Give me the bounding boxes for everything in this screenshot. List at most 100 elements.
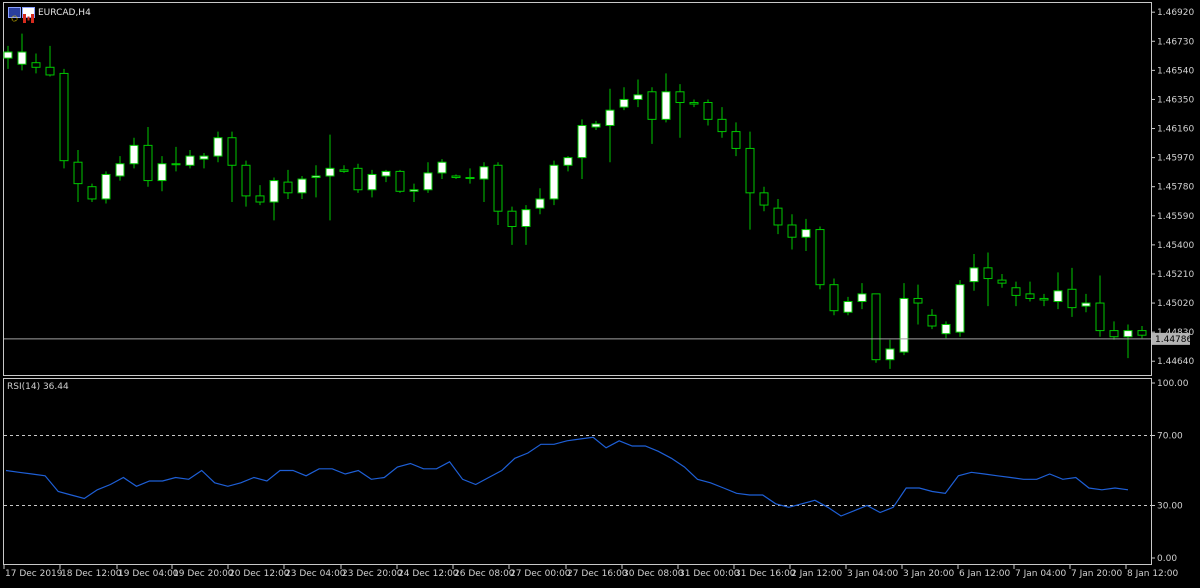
- candle: [857, 283, 867, 310]
- candle: [241, 160, 251, 207]
- bull-candle-body: [465, 177, 475, 180]
- candle: [647, 87, 657, 144]
- bear-candle-body: [339, 169, 349, 172]
- candle: [1095, 275, 1105, 337]
- price-tick-label: 1.46540: [1157, 66, 1194, 76]
- rsi-tick-label: 0.00: [1157, 554, 1177, 564]
- candle: [87, 183, 97, 203]
- candle: [591, 120, 601, 131]
- bull-candle-body: [269, 180, 279, 203]
- candle: [479, 162, 489, 203]
- bull-candle-body: [605, 109, 615, 126]
- bear-candle-body: [927, 314, 937, 327]
- bull-candle-body: [591, 123, 601, 128]
- bear-candle-body: [1137, 330, 1147, 336]
- bull-candle-body: [3, 51, 13, 59]
- candle: [577, 119, 587, 180]
- candle: [311, 165, 321, 198]
- candle: [703, 99, 713, 126]
- candle: [913, 284, 923, 325]
- bull-candle-body: [577, 124, 587, 159]
- candle: [1011, 281, 1021, 307]
- candle: [885, 339, 895, 369]
- time-tick-label: 23 Dec 20:00: [342, 569, 403, 579]
- bull-candle-body: [619, 98, 629, 108]
- price-pane-frame: [3, 2, 1152, 376]
- bear-candle-body: [689, 102, 699, 105]
- bull-candle-body: [633, 94, 643, 100]
- time-tick-label: 3 Jan 04:00: [847, 569, 899, 579]
- bull-candle-body: [437, 161, 447, 174]
- bull-candle-body: [171, 163, 181, 166]
- bear-candle-body: [493, 164, 503, 212]
- candle: [773, 198, 783, 235]
- candle: [3, 45, 13, 69]
- candle: [395, 169, 405, 193]
- rsi-tick-label: 100.00: [1157, 379, 1189, 389]
- bear-candle-body: [731, 131, 741, 149]
- time-tick-label: 3 Jan 20:00: [903, 569, 955, 579]
- bear-candle-body: [787, 224, 797, 238]
- candle: [381, 169, 391, 183]
- candle: [283, 169, 293, 199]
- bear-candle-body: [647, 91, 657, 120]
- time-tick-label: 31 Dec 16:00: [735, 569, 796, 579]
- price-tick-label: 1.45780: [1157, 183, 1194, 193]
- time-tick-label: 26 Dec 08:00: [454, 569, 515, 579]
- bear-candle-body: [829, 284, 839, 312]
- candle: [507, 206, 517, 245]
- bull-candle-body: [955, 284, 965, 333]
- candle: [955, 280, 965, 337]
- candle: [199, 153, 209, 169]
- price-tick-label: 1.45020: [1157, 299, 1194, 309]
- bear-candle-body: [143, 144, 153, 182]
- bear-candle-body: [59, 72, 69, 162]
- bull-candle-body: [899, 297, 909, 353]
- candle: [213, 131, 223, 163]
- chart-canvas[interactable]: 1.46920 1.46730 1.46540 1.46350 1.46160 1.459…: [0, 0, 1200, 584]
- candle: [843, 296, 853, 316]
- candle: [465, 168, 475, 184]
- bear-candle-body: [241, 164, 251, 197]
- rsi-indicator-label: RSI(14) 36.44: [7, 382, 69, 392]
- price-tick-label: 1.46350: [1157, 95, 1194, 105]
- candle: [451, 174, 461, 180]
- candle: [339, 165, 349, 173]
- candle: [717, 107, 727, 138]
- time-tick-label: 23 Dec 04:00: [285, 569, 346, 579]
- candle: [493, 162, 503, 225]
- candle: [689, 99, 699, 108]
- price-tick-label: 1.45590: [1157, 212, 1194, 222]
- candle: [297, 175, 307, 199]
- rsi-tick-label: 70.00: [1157, 432, 1183, 442]
- candle: [675, 84, 685, 138]
- bull-candle-body: [801, 229, 811, 238]
- candle: [1137, 326, 1147, 339]
- candle: [801, 218, 811, 251]
- bull-candle-body: [325, 167, 335, 177]
- bull-candle-body: [843, 301, 853, 313]
- bull-candle-body: [381, 170, 391, 177]
- bull-candle-body: [549, 164, 559, 200]
- bull-candle-body: [969, 267, 979, 283]
- candle: [409, 183, 419, 203]
- candle: [969, 254, 979, 291]
- candle: [535, 188, 545, 215]
- time-tick-label: 31 Dec 00:00: [679, 569, 740, 579]
- bear-candle-body: [395, 170, 405, 192]
- bear-candle-body: [255, 195, 265, 203]
- rsi-line: [5, 436, 1129, 517]
- bull-candle-body: [311, 175, 321, 179]
- candle: [353, 163, 363, 193]
- candle: [255, 185, 265, 206]
- price-tick-label: 1.46160: [1157, 125, 1194, 135]
- bull-candle-body: [423, 172, 433, 191]
- bull-candle-body: [479, 166, 489, 180]
- time-tick-label: 7 Jan 04:00: [1015, 569, 1067, 579]
- candle: [1109, 321, 1119, 340]
- candle: [521, 205, 531, 245]
- candle: [1081, 293, 1091, 313]
- bull-candle-body: [157, 163, 167, 182]
- candle: [17, 33, 27, 71]
- candle: [605, 88, 615, 163]
